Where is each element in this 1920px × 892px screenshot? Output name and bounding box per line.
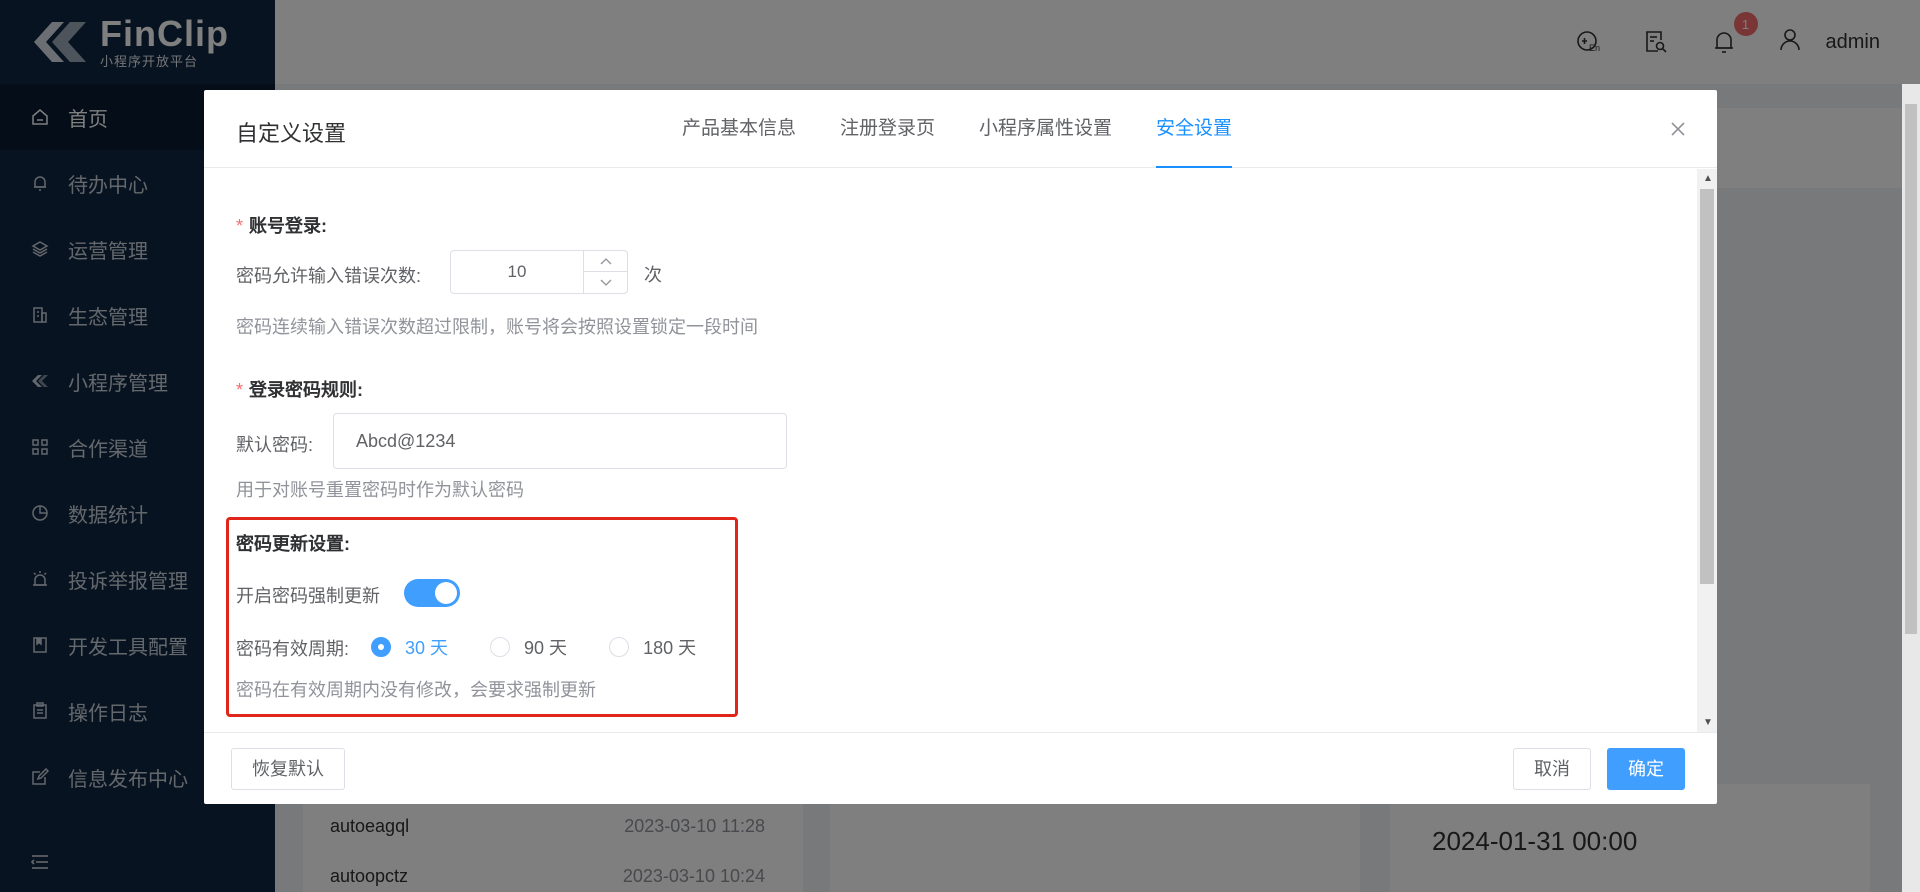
tab-miniapp-properties[interactable]: 小程序属性设置 xyxy=(979,90,1112,168)
password-rules-hint: 用于对账号重置密码时作为默认密码 xyxy=(236,480,524,500)
max-errors-label: 密码允许输入错误次数: xyxy=(236,266,421,286)
radio-unchecked-icon xyxy=(609,637,630,657)
dialog-title: 自定义设置 xyxy=(236,121,347,146)
dialog-header: 自定义设置 产品基本信息 注册登录页 小程序属性设置 安全设置 xyxy=(204,90,1717,168)
reset-default-button[interactable]: 恢复默认 xyxy=(231,748,345,790)
password-update-title: 密码更新设置: xyxy=(236,534,350,554)
password-period-options: 30 天 90 天 180 天 xyxy=(371,634,738,660)
period-option-90[interactable]: 90 天 xyxy=(490,634,567,660)
default-password-label: 默认密码: xyxy=(236,435,314,455)
password-update-hint: 密码在有效周期内没有修改，会要求强制更新 xyxy=(236,680,596,700)
settings-tabs: 产品基本信息 注册登录页 小程序属性设置 安全设置 xyxy=(682,90,1276,168)
cancel-button[interactable]: 取消 xyxy=(1513,748,1591,790)
account-login-title: * 账号登录: xyxy=(236,216,328,236)
increase-button[interactable] xyxy=(584,251,627,272)
period-option-30[interactable]: 30 天 xyxy=(371,634,448,660)
custom-settings-dialog: 自定义设置 产品基本信息 注册登录页 小程序属性设置 安全设置 * 账号登录: 密… xyxy=(204,90,1717,804)
dialog-body: * 账号登录: 密码允许输入错误次数: 10 次 密码连续输入错误次数超过限制，账… xyxy=(204,169,1717,732)
required-mark: * xyxy=(236,216,244,236)
password-period-label: 密码有效周期: xyxy=(236,639,350,659)
close-icon xyxy=(1671,122,1685,136)
tab-login-page[interactable]: 注册登录页 xyxy=(840,90,935,168)
password-rules-title: * 登录密码规则: xyxy=(236,380,364,400)
tab-product-info[interactable]: 产品基本信息 xyxy=(682,90,796,168)
account-login-hint: 密码连续输入错误次数超过限制，账号将会按照设置锁定一段时间 xyxy=(236,317,758,337)
dialog-scrollbar[interactable]: ▲ ▼ xyxy=(1697,169,1717,732)
default-password-input[interactable]: Abcd@1234 xyxy=(333,413,787,469)
radio-checked-icon xyxy=(371,637,391,657)
force-update-label: 开启密码强制更新 xyxy=(236,586,380,606)
confirm-button[interactable]: 确定 xyxy=(1607,748,1685,790)
tab-security-settings[interactable]: 安全设置 xyxy=(1156,90,1233,168)
page-scroll-thumb[interactable] xyxy=(1905,104,1917,634)
dialog-footer: 恢复默认 取消 确定 xyxy=(204,732,1717,804)
chevron-up-icon xyxy=(600,258,611,265)
max-errors-stepper[interactable]: 10 xyxy=(450,250,628,294)
radio-unchecked-icon xyxy=(490,637,511,657)
scroll-up-icon[interactable]: ▲ xyxy=(1703,173,1713,184)
decrease-button[interactable] xyxy=(584,272,627,293)
close-button[interactable] xyxy=(1665,116,1691,142)
page-scrollbar[interactable] xyxy=(1902,84,1920,892)
chevron-down-icon xyxy=(600,279,611,286)
required-mark: * xyxy=(236,380,244,400)
max-errors-value[interactable]: 10 xyxy=(451,251,583,293)
period-option-180[interactable]: 180 天 xyxy=(609,634,696,660)
force-update-toggle[interactable] xyxy=(404,579,460,607)
scroll-down-icon[interactable]: ▼ xyxy=(1703,717,1713,728)
scroll-thumb[interactable] xyxy=(1700,189,1714,584)
max-errors-unit: 次 xyxy=(644,265,662,285)
